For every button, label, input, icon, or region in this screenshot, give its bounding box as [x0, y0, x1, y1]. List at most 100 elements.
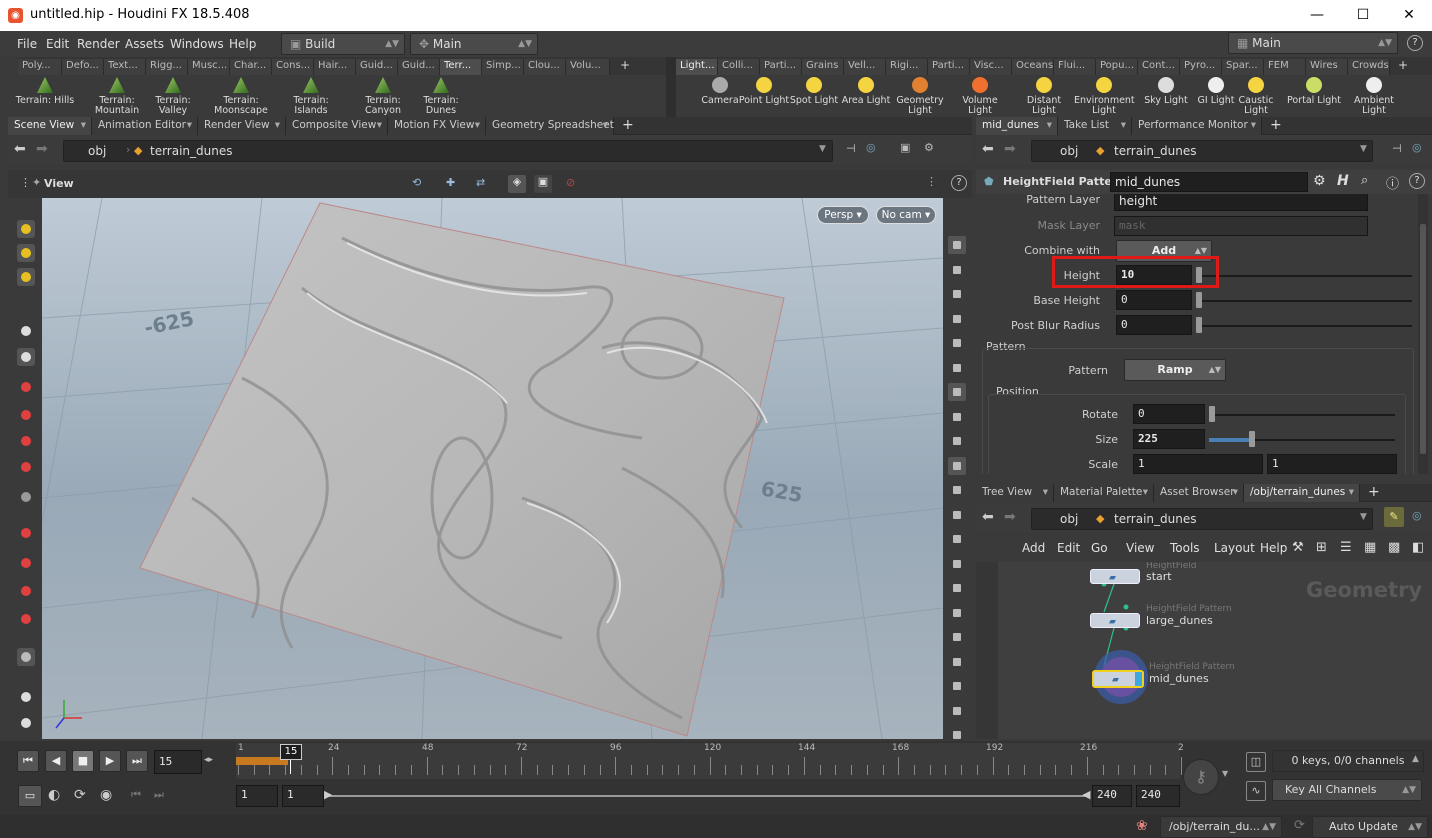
minimize-button[interactable]: — [1294, 0, 1340, 31]
shelf-tab[interactable]: Simp... [482, 59, 524, 75]
shading-icon[interactable] [948, 334, 966, 352]
display-options-icon[interactable]: ⚙ [924, 141, 934, 154]
sticky-note-icon[interactable]: ✎ [1384, 507, 1404, 527]
network-menu-item[interactable]: Go [1091, 541, 1108, 555]
menu-edit[interactable]: Edit [46, 37, 69, 51]
forward-arrow-icon[interactable]: ➡ [36, 141, 48, 157]
paint-icon[interactable] [17, 220, 35, 238]
skeleton-icon[interactable] [948, 408, 966, 426]
help-icon[interactable]: ? [1407, 35, 1423, 51]
light-bulb-icon[interactable] [948, 383, 966, 401]
node-large-dunes[interactable]: ▰ [1090, 613, 1140, 628]
shelf-tool-light[interactable]: Caustic Light [1226, 77, 1286, 116]
back-arrow-icon[interactable]: ⬅ [982, 141, 994, 157]
desktop-select[interactable]: ▣ Build ▲▼ [281, 33, 405, 55]
network-path-field[interactable]: obj ◆ terrain_dunes ▼ [1031, 508, 1373, 530]
back-arrow-icon[interactable]: ⬅ [982, 509, 994, 525]
chevron-down-icon[interactable]: ▼ [1360, 144, 1367, 154]
tab-close-icon[interactable]: ▾ [1251, 119, 1256, 131]
pane-tab[interactable]: Scene View ▾ [8, 117, 92, 135]
maximize-button[interactable]: ☐ [1340, 0, 1386, 31]
network-menu-item[interactable]: Tools [1170, 541, 1200, 555]
transform-icon[interactable] [948, 702, 966, 720]
start-frame-field[interactable]: 1 [236, 785, 278, 807]
pane-tab[interactable]: Animation Editor ▾ [92, 117, 198, 135]
end-frame-field[interactable]: 240 [1136, 785, 1180, 807]
play-forward-button[interactable]: ▶ [99, 750, 121, 772]
tab-close-icon[interactable]: ▾ [1047, 119, 1052, 131]
network-menu-item[interactable]: Help [1260, 541, 1287, 555]
settings-icon[interactable]: ⋮ [926, 175, 937, 188]
dopesheet-icon[interactable]: ◫ [1246, 752, 1266, 772]
chevron-down-icon[interactable]: ▼ [819, 144, 826, 154]
main-desk-select[interactable]: ▦ Main ▲▼ [1228, 32, 1398, 54]
tab-close-icon[interactable]: ▾ [1233, 486, 1238, 498]
pane-tab[interactable]: Asset Browser ▾ [1154, 484, 1244, 502]
range-end-handle[interactable]: ◀ [1082, 788, 1090, 801]
tab-close-icon[interactable]: ▾ [1121, 119, 1126, 131]
rotate-tool-icon[interactable]: ⟲ [412, 176, 421, 189]
shelf-tab[interactable]: Vell... [844, 59, 886, 75]
path-obj[interactable]: obj [88, 144, 106, 158]
tab-close-icon[interactable]: ▾ [81, 119, 86, 131]
render-icon[interactable] [17, 714, 35, 732]
select-icon[interactable] [17, 322, 35, 340]
snap-grid-icon[interactable] [17, 582, 35, 600]
network-menu-item[interactable]: Layout [1214, 541, 1255, 555]
network-menu-item[interactable]: Add [1022, 541, 1045, 555]
forward-arrow-icon[interactable]: ➡ [1004, 509, 1016, 525]
shelf-tool-light[interactable]: Geometry Light [890, 77, 950, 116]
range-start-field[interactable]: 1 [282, 785, 324, 807]
lock-icon[interactable] [948, 285, 966, 303]
range-start-handle[interactable]: ▶ [324, 788, 332, 801]
post-blur-slider[interactable] [1196, 325, 1412, 327]
shelf-tab[interactable]: Cons... [272, 59, 314, 75]
add-tab-icon[interactable]: + [1368, 484, 1380, 500]
viewer-menu-icon[interactable]: ⋮ [20, 176, 31, 189]
realtime-toggle-icon[interactable]: ▭ [18, 785, 42, 807]
search-icon[interactable]: ⌕ [1361, 173, 1368, 188]
path-node[interactable]: terrain_dunes [1114, 144, 1197, 158]
wrench-icon[interactable]: ⚒ [1292, 540, 1304, 555]
list-icon[interactable]: ☰ [1340, 540, 1352, 555]
persp-menu[interactable]: Persp ▾ [817, 206, 869, 224]
rotate-icon[interactable] [17, 432, 35, 450]
shelf-tool-terrain[interactable]: Terrain: Canyon [350, 77, 416, 116]
chevron-up-icon[interactable]: ▲ [1412, 754, 1419, 764]
frame-ruler[interactable]: 1 24 48 72 96 120 144 168 192 216 2 [236, 743, 1184, 779]
node-start[interactable]: ▰ [1090, 569, 1140, 584]
jump-end-button[interactable]: ⏭ [126, 750, 148, 772]
display-icon[interactable] [948, 432, 966, 450]
pane-tab[interactable]: Render View ▾ [198, 117, 286, 135]
step-frame-icon[interactable]: ◂▸ [204, 755, 213, 765]
pane-tab[interactable]: Composite View ▾ [286, 117, 388, 135]
gear-icon[interactable]: ⚙ [1313, 173, 1326, 189]
wireframe-icon[interactable] [948, 506, 966, 524]
height-slider[interactable] [1196, 275, 1412, 277]
shelf-tab[interactable]: Text... [104, 59, 146, 75]
rotate-field[interactable]: 0 [1133, 404, 1205, 424]
curves-icon[interactable]: ∿ [1246, 781, 1266, 801]
chevron-down-icon[interactable]: ▼ [1222, 769, 1228, 778]
tab-close-icon[interactable]: ▾ [187, 119, 192, 131]
node-start-name[interactable]: start [1146, 570, 1172, 583]
pin-icon[interactable]: ⊣ [846, 142, 856, 155]
render-region-icon[interactable]: ▣ [534, 175, 552, 193]
node-name-field[interactable]: mid_dunes [1110, 172, 1308, 192]
menu-windows[interactable]: Windows [170, 37, 224, 51]
shelf-tab[interactable]: Light... [676, 59, 718, 75]
shelf-tool-light[interactable]: Distant Light [1014, 77, 1074, 116]
shelf-tab[interactable]: Musc... [188, 59, 230, 75]
numbers-icon[interactable] [948, 579, 966, 597]
shelf-tab[interactable]: Cont... [1138, 59, 1180, 75]
shelf-tab[interactable]: Defo... [62, 59, 104, 75]
pane-tab[interactable]: Material Palette ▾ [1054, 484, 1154, 502]
link-icon[interactable]: ◎ [1412, 509, 1422, 522]
view-tool-icon[interactable] [17, 688, 35, 706]
layout-icon[interactable]: ◧ [1412, 540, 1424, 555]
shelf-tab[interactable]: Flui... [1054, 59, 1096, 75]
post-blur-knob[interactable] [1196, 317, 1202, 333]
mask-layer-field[interactable]: mask [1114, 216, 1368, 236]
prev-key-icon[interactable]: ⏮ [131, 788, 141, 802]
forward-arrow-icon[interactable]: ➡ [1004, 141, 1016, 157]
